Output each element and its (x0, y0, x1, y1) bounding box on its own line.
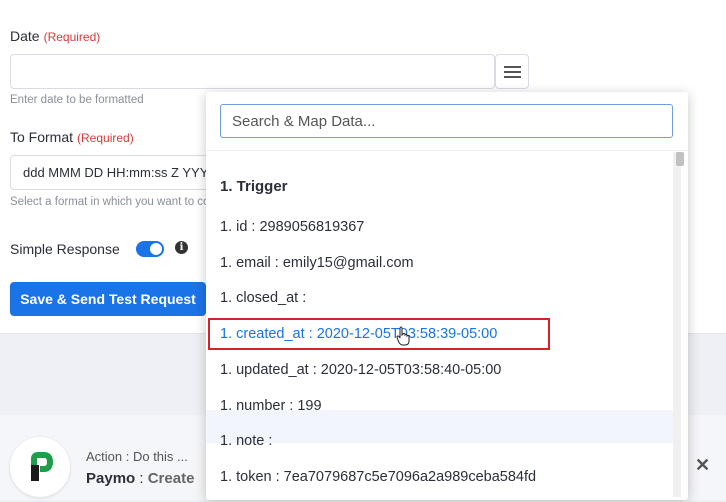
list-item-email[interactable]: 1. email : emily15@gmail.com (220, 255, 414, 271)
section-title: 1. Trigger (220, 178, 288, 195)
selected-row-highlight (206, 410, 674, 443)
hand-cursor-icon (396, 326, 410, 346)
dropdown-scrollbar-thumb[interactable] (676, 152, 684, 166)
date-required: (Required) (43, 30, 101, 44)
close-icon[interactable]: ✕ (695, 455, 710, 476)
map-data-dropdown: 1. Trigger 1. id : 2989056819367 1. emai… (206, 92, 688, 500)
date-input[interactable] (10, 54, 495, 89)
action-app: Paymo : Create (86, 470, 195, 487)
to-format-label: To Format (Required) (10, 129, 134, 145)
simple-response-label: Simple Response (10, 241, 120, 257)
map-data-menu-button[interactable] (495, 54, 529, 89)
search-input[interactable] (220, 104, 673, 138)
to-format-input[interactable]: ddd MMM DD HH:mm:ss Z YYYY (10, 155, 220, 190)
selection-annotation-box (208, 318, 550, 350)
save-send-test-button[interactable]: Save & Send Test Request (10, 282, 206, 316)
list-item-closed-at[interactable]: 1. closed_at : (220, 290, 306, 306)
list-item-token[interactable]: 1. token : 7ea7079687c5e7096a2a989ceba58… (220, 469, 536, 485)
list-item-id[interactable]: 1. id : 2989056819367 (220, 219, 364, 235)
dropdown-divider (206, 150, 688, 151)
list-item-updated-at[interactable]: 1. updated_at : 2020-12-05T03:58:40-05:0… (220, 362, 501, 378)
list-item-number[interactable]: 1. number : 199 (220, 398, 322, 414)
date-label: Date (Required) (10, 28, 101, 44)
action-app-name: Paymo (86, 470, 136, 487)
paymo-logo-icon (31, 452, 54, 481)
action-label: Action : Do this ... (86, 449, 188, 464)
simple-response-toggle[interactable] (136, 241, 164, 257)
toggle-knob (150, 243, 162, 255)
to-format-hint: Select a format in which you want to con… (10, 196, 206, 208)
dropdown-scrollbar[interactable] (673, 152, 681, 497)
list-item-note[interactable]: 1. note : (220, 433, 272, 449)
date-hint: Enter date to be formatted (10, 94, 144, 106)
info-icon[interactable]: i (175, 241, 188, 254)
paymo-logo (10, 437, 70, 497)
to-format-required: (Required) (77, 131, 134, 145)
action-event: Create (147, 470, 195, 487)
